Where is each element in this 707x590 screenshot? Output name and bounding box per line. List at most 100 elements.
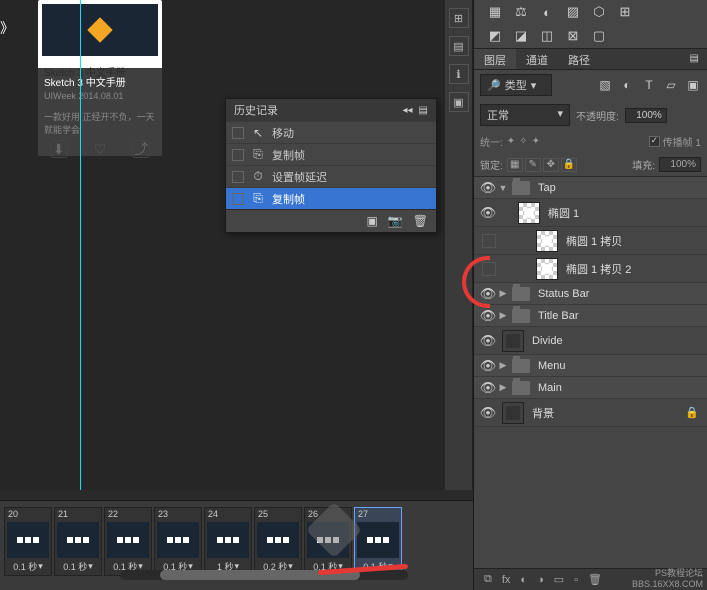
opacity-value[interactable]: 100% (625, 108, 667, 123)
visibility-toggle[interactable]: 👁 (478, 180, 498, 196)
visibility-toggle[interactable]: 👁 (478, 380, 498, 396)
frame-delay[interactable]: 0.1 秒▾ (7, 560, 49, 573)
layer-group-row[interactable]: 👁▶Main (474, 377, 707, 399)
fill-value[interactable]: 100% (659, 157, 701, 172)
tool-icon[interactable]: ℹ (449, 64, 469, 84)
collapse-icon[interactable]: ◂◂ (403, 105, 413, 116)
layer-row[interactable]: 👁背景🔒 (474, 399, 707, 427)
history-checkbox[interactable] (232, 149, 244, 161)
doc-icon[interactable]: ▣ (366, 214, 377, 228)
timeline-frame[interactable]: 22 0.1 秒▾ (104, 507, 152, 576)
camera-icon[interactable]: 📷 (388, 214, 403, 228)
history-panel[interactable]: 历史记录 ◂◂▤ ↖移动⎘复制帧⏱设置帧延迟⎘复制帧 ▣ 📷 🗑 (225, 98, 437, 233)
unify-icon[interactable]: ✧ (519, 136, 527, 147)
share-icon[interactable]: ⤴ (132, 140, 150, 158)
tab-channels[interactable]: 通道 (516, 49, 558, 69)
tab-paths[interactable]: 路径 (558, 49, 600, 69)
lock-transparency-icon[interactable]: ▦ (507, 158, 523, 172)
visibility-toggle[interactable]: 👁 (478, 358, 498, 374)
panel-menu-icon[interactable]: ▤ (682, 49, 707, 69)
layer-group-row[interactable]: 👁▶Status Bar (474, 283, 707, 305)
visibility-toggle[interactable]: 👁 (478, 308, 498, 324)
filter-shape-icon[interactable]: ▱ (663, 77, 679, 93)
frame-delay[interactable]: 0.1 秒▾ (57, 560, 99, 573)
tool-icon[interactable]: ▤ (449, 36, 469, 56)
timeline-frame[interactable]: 24 1 秒▾ (204, 507, 252, 576)
adj-icon[interactable]: ◐ (538, 4, 556, 20)
lock-brush-icon[interactable]: ✎ (525, 158, 541, 172)
propagate-checkbox[interactable] (649, 136, 660, 147)
adj-icon[interactable]: ⊠ (564, 28, 582, 44)
visibility-toggle[interactable]: 👁 (478, 333, 498, 349)
adj-icon[interactable]: ▦ (486, 4, 504, 20)
trash-icon[interactable]: 🗑 (588, 573, 602, 586)
layer-group-row[interactable]: 👁▼Tap (474, 177, 707, 199)
adj-icon[interactable]: ▨ (564, 4, 582, 20)
unify-icon[interactable]: ✦ (532, 136, 540, 147)
lock-icon[interactable]: 🔒 (685, 406, 703, 419)
adj-icon[interactable]: ⬡ (590, 4, 608, 20)
expand-toggle[interactable]: ▶ (498, 382, 508, 393)
blend-mode-dropdown[interactable]: 正常 ▾ (480, 104, 570, 126)
timeline-frame[interactable]: 20 0.1 秒▾ (4, 507, 52, 576)
layer-row[interactable]: 👁椭圆 1 (474, 199, 707, 227)
layer-group-row[interactable]: 👁▶Title Bar (474, 305, 707, 327)
search-icon: 🔎 (487, 79, 501, 92)
history-header[interactable]: 历史记录 ◂◂▤ (226, 99, 436, 121)
timeline-frame[interactable]: 23 0.1 秒▾ (154, 507, 202, 576)
adj-icon[interactable]: ⊞ (616, 4, 634, 20)
history-checkbox[interactable] (232, 171, 244, 183)
layer-row[interactable]: 👁Divide (474, 327, 707, 355)
timeline-panel[interactable]: 20 0.1 秒▾21 0.1 秒▾22 0.1 秒▾23 0.1 秒▾24 1… (0, 500, 473, 590)
history-checkbox[interactable] (232, 127, 244, 139)
expand-toggle[interactable]: ▶ (498, 288, 508, 299)
link-icon[interactable]: ⧉ (484, 573, 492, 586)
lock-label: 锁定: (480, 157, 503, 172)
lock-position-icon[interactable]: ✥ (543, 158, 559, 172)
timeline-frame[interactable]: 25 0.2 秒▾ (254, 507, 302, 576)
unify-icon[interactable]: ✦ (507, 136, 515, 147)
filter-type-dropdown[interactable]: 🔎 类型 ▾ (480, 74, 552, 96)
visibility-toggle[interactable] (482, 234, 496, 248)
layer-row[interactable]: 椭圆 1 拷贝 (474, 227, 707, 255)
group-icon[interactable]: ▭ (554, 573, 564, 586)
filter-type-icon[interactable]: T (641, 77, 657, 93)
download-icon[interactable]: ⬇ (50, 140, 68, 158)
history-item[interactable]: ⎘复制帧 (226, 143, 436, 165)
frame-number: 20 (8, 509, 18, 519)
visibility-toggle[interactable]: 👁 (478, 405, 498, 421)
canvas-area[interactable]: 》 Sketch 3 中文手册 Sketch 3 中文手册 UIWeek 201… (0, 0, 445, 490)
history-item[interactable]: ↖移动 (226, 121, 436, 143)
fx-icon[interactable]: fx (502, 574, 511, 586)
tool-icon[interactable]: ▣ (449, 92, 469, 112)
adj-icon[interactable]: ◩ (486, 28, 504, 44)
tab-layers[interactable]: 图层 (474, 49, 516, 69)
adj-icon[interactable]: ◫ (538, 28, 556, 44)
heart-icon[interactable]: ♡ (91, 140, 109, 158)
layer-thumbnail (502, 330, 524, 352)
history-item[interactable]: ⎘复制帧 (226, 187, 436, 209)
adj-icon[interactable]: ▢ (590, 28, 608, 44)
layer-group-row[interactable]: 👁▶Menu (474, 355, 707, 377)
new-layer-icon[interactable]: ▫ (574, 574, 578, 586)
filter-smart-icon[interactable]: ▣ (685, 77, 701, 93)
timeline-frame[interactable]: 21 0.1 秒▾ (54, 507, 102, 576)
layers-list[interactable]: 👁▼Tap👁椭圆 1椭圆 1 拷贝椭圆 1 拷贝 2👁▶Status Bar👁▶… (474, 177, 707, 427)
mask-icon[interactable]: ◐ (520, 574, 527, 586)
expand-toggle[interactable]: ▶ (498, 360, 508, 371)
panel-menu-icon[interactable]: ▤ (419, 105, 428, 116)
adj-icon[interactable]: ⚖ (512, 4, 530, 20)
trash-icon[interactable]: 🗑 (413, 214, 428, 228)
adj-icon[interactable]: ◪ (512, 28, 530, 44)
history-checkbox[interactable] (232, 193, 244, 205)
expand-toggle[interactable]: ▶ (498, 310, 508, 321)
filter-adjust-icon[interactable]: ◐ (619, 77, 635, 93)
tool-icon[interactable]: ⊞ (449, 8, 469, 28)
visibility-toggle[interactable]: 👁 (478, 205, 498, 221)
layer-row[interactable]: 椭圆 1 拷贝 2 (474, 255, 707, 283)
filter-pixel-icon[interactable]: ▧ (597, 77, 613, 93)
adjustment-icon[interactable]: ◑ (537, 574, 544, 586)
lock-all-icon[interactable]: 🔒 (561, 158, 577, 172)
expand-toggle[interactable]: ▼ (498, 183, 508, 193)
history-item[interactable]: ⏱设置帧延迟 (226, 165, 436, 187)
